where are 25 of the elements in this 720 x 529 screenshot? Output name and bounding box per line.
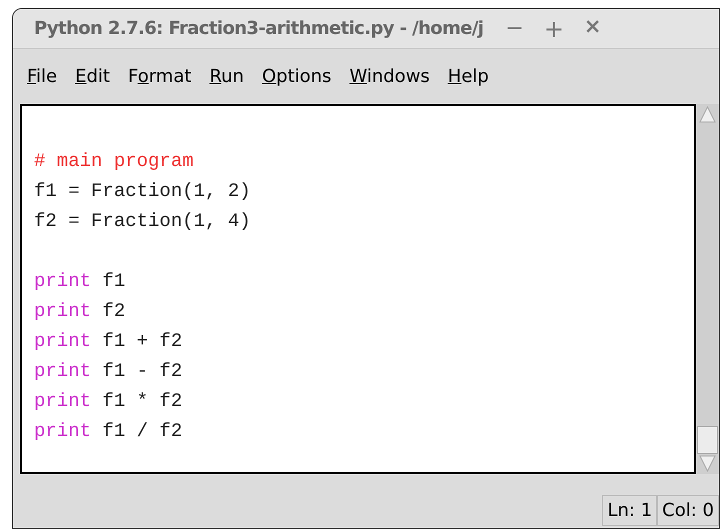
scrollbar[interactable] [696, 104, 719, 474]
menu-item[interactable]: Run [205, 63, 248, 90]
code-line: f2 = Fraction(1, 4) [34, 209, 251, 234]
code-line: print f1 / f2 [34, 419, 182, 444]
code-editor[interactable]: # main program f1 = Fraction(1, 2) f2 = Fraction(1, 4) print f1 print f2 print f1 + f2 print f1 - f2 print f1 * f2 print f1 / f2 [20, 104, 696, 474]
minimize-icon[interactable]: − [505, 10, 524, 46]
code-line: print f1 - f2 [34, 359, 182, 384]
menu-item[interactable]: Edit [71, 63, 114, 90]
menu-item[interactable]: Format [124, 63, 196, 90]
code-line: print f2 [34, 299, 126, 324]
menu-item[interactable]: Options [258, 63, 336, 90]
code-line: print f1 * f2 [34, 389, 182, 414]
close-icon[interactable]: × [584, 10, 602, 46]
maximize-icon[interactable]: + [544, 10, 564, 46]
line-indicator: Ln: 1 [602, 495, 658, 526]
window-title: Python 2.7.6: Fraction3-arithmetic.py - /home/j [34, 17, 484, 41]
scroll-thumb[interactable] [697, 426, 718, 454]
menu-item[interactable]: File [23, 63, 62, 90]
column-indicator: Col: 0 [657, 495, 719, 526]
code-line: # main program [34, 149, 194, 174]
menu-item[interactable]: Help [444, 63, 493, 90]
menu-item[interactable]: Windows [345, 63, 434, 90]
code-line: print f1 [34, 269, 126, 294]
code-line: f1 = Fraction(1, 2) [34, 179, 251, 204]
code-line: print f1 + f2 [34, 329, 182, 354]
